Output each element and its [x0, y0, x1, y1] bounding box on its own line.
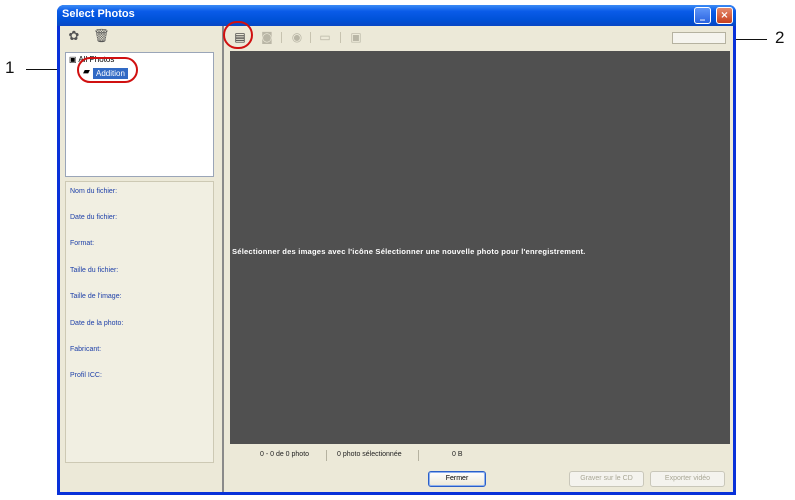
status-separator: [418, 450, 419, 461]
rotate-icon[interactable]: ◉: [290, 30, 304, 44]
fit-window-icon[interactable]: ▣: [349, 30, 363, 44]
minimize-button[interactable]: _: [694, 7, 711, 24]
info-label-file-size: Taille du fichier:: [70, 267, 119, 274]
zoom-slider[interactable]: [672, 32, 726, 44]
title-bar[interactable]: Select Photos _ □ ×: [57, 5, 736, 26]
panel-splitter[interactable]: [222, 26, 224, 492]
status-photo-count: 0 - 0 de 0 photo: [260, 451, 310, 458]
info-label-photo-date: Date de la photo:: [70, 320, 124, 327]
window-title: Select Photos: [62, 8, 135, 20]
status-total-size: 0 B: [452, 451, 463, 458]
status-selected-count: 0 photo sélectionnée: [337, 451, 402, 458]
info-label-file-date: Date du fichier:: [70, 214, 118, 221]
export-video-button[interactable]: Exporter vidéo: [650, 471, 725, 487]
camera-icon: ▣: [69, 55, 77, 64]
status-bar: 0 - 0 de 0 photo 0 photo sélectionnée 0 …: [230, 449, 730, 463]
close-button[interactable]: Fermer: [428, 471, 486, 487]
photo-viewer[interactable]: Sélectionner des images avec l'icône Sél…: [230, 51, 730, 444]
viewer-message: Sélectionner des images avec l'icône Sél…: [232, 247, 586, 256]
select-photos-window: Select Photos _ □ × ✿ 🗑 ▣ All Photos ▰Ad…: [57, 5, 736, 495]
slideshow-icon[interactable]: ▭: [318, 30, 332, 44]
highlight-ring-toolbar-icon: [223, 21, 253, 49]
toolbar-separator: [281, 32, 282, 43]
info-label-format: Format:: [70, 240, 95, 247]
callout-number-2: 2: [775, 28, 785, 47]
status-separator: [326, 450, 327, 461]
info-label-image-size: Taille de l'image:: [70, 293, 122, 300]
toolbar-separator: [310, 32, 311, 43]
client-area: ✿ 🗑 ▣ All Photos ▰ Addition Nom du fichie…: [60, 26, 733, 492]
burn-cd-button[interactable]: Graver sur le CD: [569, 471, 644, 487]
callout-number-1: 1: [5, 58, 15, 77]
toolbar-separator: [340, 32, 341, 43]
trash-icon[interactable]: 🗑: [93, 29, 110, 45]
close-window-button[interactable]: ×: [716, 7, 733, 24]
file-info-panel: Nom du fichier: Date du fichier: Format:…: [65, 181, 214, 463]
info-label-manufacturer: Fabricant:: [70, 346, 102, 353]
highlight-ring-tree-item: [77, 57, 138, 83]
info-label-file-name: Nom du fichier:: [70, 188, 118, 195]
info-label-icc-profile: Profil ICC:: [70, 372, 102, 379]
camera-import-icon[interactable]: ◙: [260, 30, 274, 44]
gear-icon[interactable]: ✿: [66, 29, 82, 45]
